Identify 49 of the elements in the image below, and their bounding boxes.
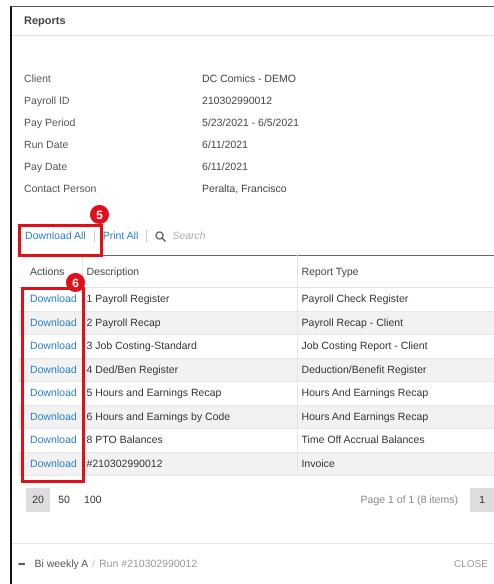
field-value: Peralta, Francisco — [202, 182, 288, 197]
breadcrumb-link[interactable]: Bi weekly A — [34, 558, 88, 570]
field-label: Client — [24, 72, 52, 87]
breadcrumb-current: Run #210302990012 — [99, 558, 198, 570]
column-header: Report Type — [297, 256, 494, 288]
search-icon — [155, 230, 166, 242]
table-cell: 6 Hours and Earnings by Code — [82, 405, 297, 428]
page-summary: Page 1 of 1 (8 items) — [360, 494, 458, 506]
table-cell: Hours And Earnings Recap — [297, 382, 494, 405]
field-label: Pay Date — [24, 160, 68, 175]
table-cell: Job Costing Report - Client — [297, 334, 494, 358]
table-cell: Payroll Check Register — [297, 288, 494, 311]
close-button[interactable]: CLOSE — [454, 558, 488, 570]
field-label: Run Date — [24, 138, 70, 153]
table-cell: 3 Job Costing-Standard — [82, 334, 297, 358]
step-badge: 6 — [66, 273, 85, 292]
breadcrumb-separator: / — [92, 558, 96, 570]
field-value: DC Comics - DEMO — [202, 72, 297, 87]
table-cell: 1 Payroll Register — [82, 288, 297, 311]
page-button[interactable]: 1 — [470, 488, 494, 512]
download-link[interactable]: Download — [30, 434, 77, 446]
field-label: Payroll ID — [24, 94, 71, 109]
dialog-title: Reports — [24, 15, 66, 27]
table-cell: Deduction/Benefit Register — [297, 358, 494, 382]
table-cell: 8 PTO Balances — [82, 428, 297, 452]
field-value: 6/11/2021 — [202, 138, 249, 153]
page-size-button[interactable]: 100 — [78, 488, 108, 512]
table-cell: Invoice — [297, 452, 494, 476]
table-cell: 2 Payroll Recap — [82, 311, 297, 334]
toolbar-link[interactable]: Print All — [102, 230, 146, 242]
field-label: Contact Person — [24, 182, 98, 197]
field-value: 5/23/2021 - 6/5/2021 — [202, 116, 300, 131]
field-value: 6/11/2021 — [202, 160, 249, 175]
download-link[interactable]: Download — [30, 293, 77, 306]
download-link[interactable]: Download — [30, 340, 77, 352]
field-label: Pay Period — [24, 116, 76, 131]
more-menu[interactable]: ••• — [18, 559, 24, 569]
page-size-button[interactable]: 20 — [26, 488, 50, 512]
table-cell: 5 Hours and Earnings Recap — [82, 382, 297, 405]
download-link[interactable]: Download — [30, 387, 77, 400]
table-cell: Payroll Recap - Client — [297, 311, 494, 334]
table-cell: Hours And Earnings Recap — [297, 405, 494, 428]
toolbar-link[interactable]: Download All — [25, 230, 94, 242]
table-cell: #210302990012 — [82, 452, 297, 476]
step-badge: 5 — [90, 205, 109, 224]
table-cell: 4 Ded/Ben Register — [82, 358, 297, 382]
page-size-button[interactable]: 50 — [52, 488, 76, 512]
table-cell: Time Off Accrual Balances — [297, 428, 494, 452]
field-value: 210302990012 — [202, 94, 274, 109]
